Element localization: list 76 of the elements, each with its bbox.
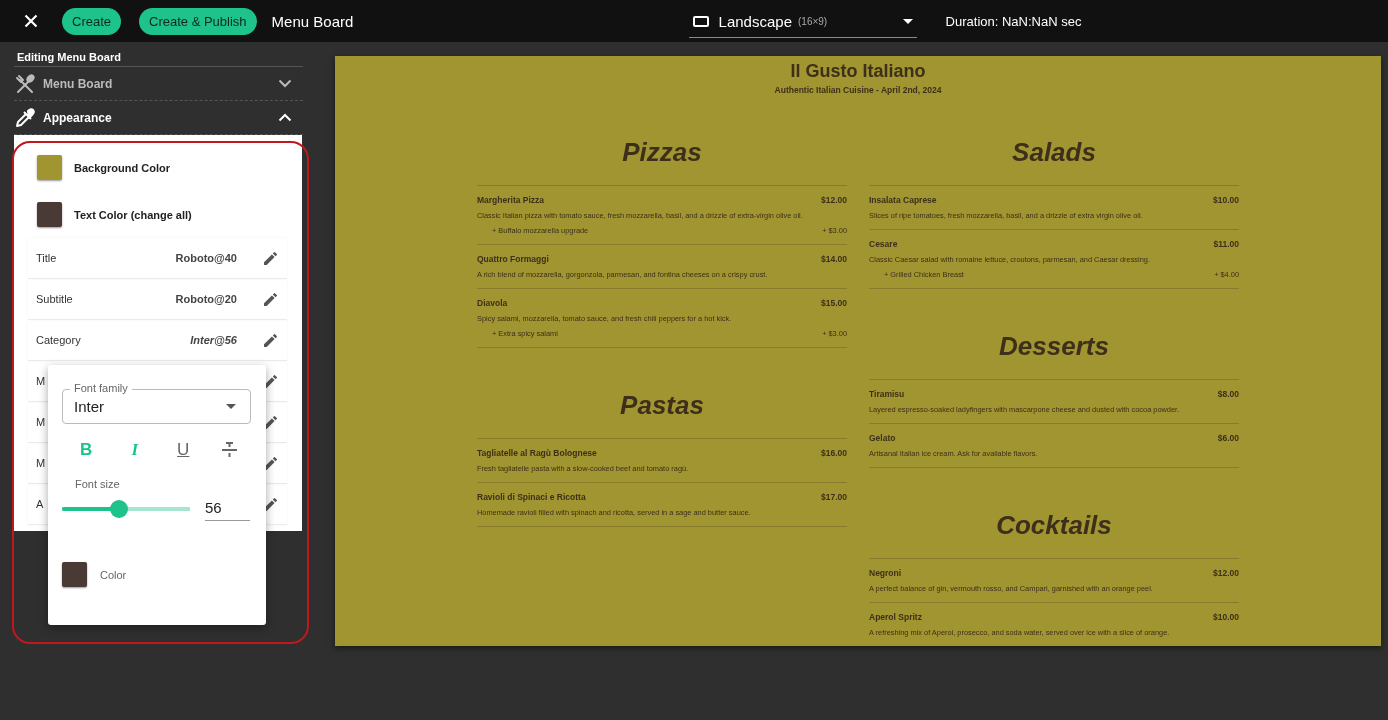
panel-heading: Editing Menu Board bbox=[14, 42, 303, 67]
color-label: Background Color bbox=[74, 161, 170, 174]
action-button[interactable]: Create & Publish bbox=[139, 7, 257, 35]
color-swatch[interactable] bbox=[37, 202, 62, 227]
accordion-label: Menu Board bbox=[43, 76, 114, 91]
dropdown-caret-icon[interactable] bbox=[902, 19, 913, 24]
setting-label: M bbox=[36, 375, 46, 387]
chevron-up-icon[interactable] bbox=[278, 113, 292, 122]
item-price: $6.00 bbox=[1217, 432, 1239, 445]
underline-toggle[interactable]: U bbox=[172, 440, 195, 460]
item-name: Gelato bbox=[869, 432, 896, 445]
item-name: Tagliatelle al Ragù Bolognese bbox=[477, 447, 597, 460]
field-value: Inter bbox=[74, 398, 105, 415]
item-name: Aperol Spritz bbox=[869, 611, 922, 624]
font-setting-row[interactable]: Subtitle Roboto@20 bbox=[28, 279, 287, 320]
setting-label: Subtitle bbox=[36, 293, 73, 305]
pencil-icon[interactable] bbox=[264, 333, 277, 347]
item-name: Margherita Pizza bbox=[477, 194, 545, 207]
utensils-icon bbox=[15, 73, 35, 94]
item-price: $10.00 bbox=[1213, 611, 1239, 624]
duration-label: Duration: NaN:NaN sec bbox=[945, 13, 1082, 29]
color-swatch[interactable] bbox=[62, 562, 87, 587]
setting-label: Category bbox=[36, 334, 81, 346]
font-setting-row[interactable]: Title Roboto@40 bbox=[28, 238, 287, 279]
font-value: Roboto@20 bbox=[175, 293, 237, 305]
setting-label: M bbox=[36, 416, 46, 428]
font-setting-row[interactable]: Category Inter@56 bbox=[28, 320, 287, 361]
field-label: Font size bbox=[75, 478, 121, 490]
accordion-label: Appearance bbox=[43, 110, 113, 125]
pencil-icon[interactable] bbox=[264, 251, 277, 265]
close-icon[interactable] bbox=[24, 14, 38, 28]
category-heading: Pastas bbox=[619, 389, 705, 421]
pipette-icon bbox=[15, 107, 35, 128]
slider-thumb[interactable] bbox=[110, 499, 129, 518]
item-price: $16.00 bbox=[821, 447, 847, 460]
color-label: Text Color (change all) bbox=[74, 208, 192, 221]
app-title: Menu Board bbox=[271, 12, 355, 30]
font-value: Inter@56 bbox=[190, 334, 237, 346]
setting-label: A bbox=[36, 498, 44, 510]
field-label: Font family bbox=[70, 381, 132, 395]
item-name: Negroni bbox=[869, 567, 902, 580]
dropdown-caret-icon[interactable] bbox=[226, 404, 236, 409]
item-price: $8.00 bbox=[1217, 388, 1239, 401]
menu-title: Il Gusto Italiano bbox=[789, 60, 927, 82]
pencil-icon[interactable] bbox=[264, 292, 277, 306]
setting-label: Title bbox=[36, 252, 57, 264]
orientation-label: Landscape bbox=[718, 13, 792, 30]
color-swatch[interactable] bbox=[37, 155, 62, 180]
item-price: $10.00 bbox=[1213, 194, 1239, 207]
accordion-header[interactable]: Menu Board bbox=[14, 67, 303, 101]
font-value: Roboto@40 bbox=[175, 252, 237, 264]
category-heading: Pizzas bbox=[621, 136, 703, 168]
item-price: $15.00 bbox=[821, 297, 847, 310]
strikethrough-icon[interactable] bbox=[220, 442, 238, 458]
category-heading: Desserts bbox=[998, 330, 1110, 362]
item-name: Ravioli di Spinaci e Ricotta bbox=[477, 491, 586, 504]
color-label: Color bbox=[100, 568, 127, 581]
item-name: Tiramisu bbox=[869, 388, 905, 401]
item-name: Quattro Formaggi bbox=[477, 253, 549, 266]
setting-label: M bbox=[36, 457, 46, 469]
action-button[interactable]: Create bbox=[62, 7, 122, 35]
item-name: Insalata Caprese bbox=[869, 194, 937, 207]
category-heading: Salads bbox=[1011, 136, 1097, 168]
item-price: $17.00 bbox=[821, 491, 847, 504]
orientation-dropdown[interactable]: Landscape (16×9) bbox=[688, 6, 917, 38]
landscape-icon bbox=[692, 16, 709, 27]
item-price: $12.00 bbox=[1213, 567, 1239, 580]
item-price: $12.00 bbox=[821, 194, 847, 207]
item-name: Diavola bbox=[477, 297, 508, 310]
menu-subtitle: Authentic Italian Cuisine - April 2nd, 2024 bbox=[773, 85, 943, 95]
item-price: $11.00 bbox=[1213, 238, 1239, 251]
item-price: $14.00 bbox=[821, 253, 847, 266]
aspect-ratio-label: (16×9) bbox=[798, 16, 829, 27]
item-name: Cesare bbox=[869, 238, 898, 251]
category-heading: Cocktails bbox=[995, 509, 1113, 541]
chevron-down-icon[interactable] bbox=[278, 79, 292, 88]
